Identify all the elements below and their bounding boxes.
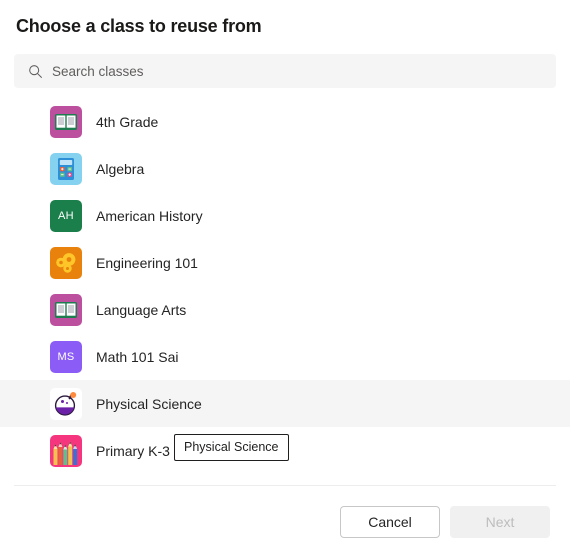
- class-list-item-label: Algebra: [96, 160, 145, 177]
- reuse-class-dialog: Choose a class to reuse from 4th Grade Al…: [0, 0, 570, 558]
- next-button[interactable]: Next: [450, 506, 550, 538]
- class-name-tooltip: Physical Science: [174, 434, 289, 461]
- class-list-item[interactable]: Language Arts: [0, 286, 570, 333]
- book-icon: [50, 105, 82, 138]
- class-list-item-label: Physical Science: [96, 395, 202, 412]
- class-list-item-label: Primary K-3: [96, 442, 170, 459]
- initials-avatar: AH: [50, 199, 82, 232]
- book-icon: [50, 293, 82, 326]
- class-list-item[interactable]: Algebra: [0, 145, 570, 192]
- class-list: 4th Grade Algebra AH American History Engine…: [0, 98, 570, 485]
- avatar-initials: MS: [57, 350, 75, 363]
- class-list-item-label: Language Arts: [96, 301, 187, 318]
- cancel-button[interactable]: Cancel: [340, 506, 440, 538]
- search-icon: [27, 63, 43, 79]
- class-list-item-label: American History: [96, 207, 203, 224]
- flask-icon: [50, 387, 82, 420]
- pencils-icon: [50, 434, 82, 467]
- class-list-item[interactable]: MS Math 101 Sai: [0, 333, 570, 380]
- dialog-footer: Cancel Next: [0, 486, 570, 558]
- search-section: [0, 44, 570, 88]
- class-list-item[interactable]: Physical Science: [0, 380, 570, 427]
- class-list-item[interactable]: Engineering 101: [0, 239, 570, 286]
- page-title: Choose a class to reuse from: [16, 16, 262, 36]
- class-list-item[interactable]: AH American History: [0, 192, 570, 239]
- calculator-icon: [50, 152, 82, 185]
- gears-icon: [50, 246, 82, 279]
- dialog-header: Choose a class to reuse from: [0, 0, 570, 44]
- class-list-item-label: Engineering 101: [96, 254, 198, 271]
- avatar-initials: AH: [58, 209, 74, 222]
- search-box[interactable]: [14, 54, 556, 88]
- search-input[interactable]: [52, 63, 543, 79]
- class-list-item-label: Math 101 Sai: [96, 348, 179, 365]
- initials-avatar: MS: [50, 340, 82, 373]
- class-list-item[interactable]: 4th Grade: [0, 98, 570, 145]
- class-list-item-label: 4th Grade: [96, 113, 159, 130]
